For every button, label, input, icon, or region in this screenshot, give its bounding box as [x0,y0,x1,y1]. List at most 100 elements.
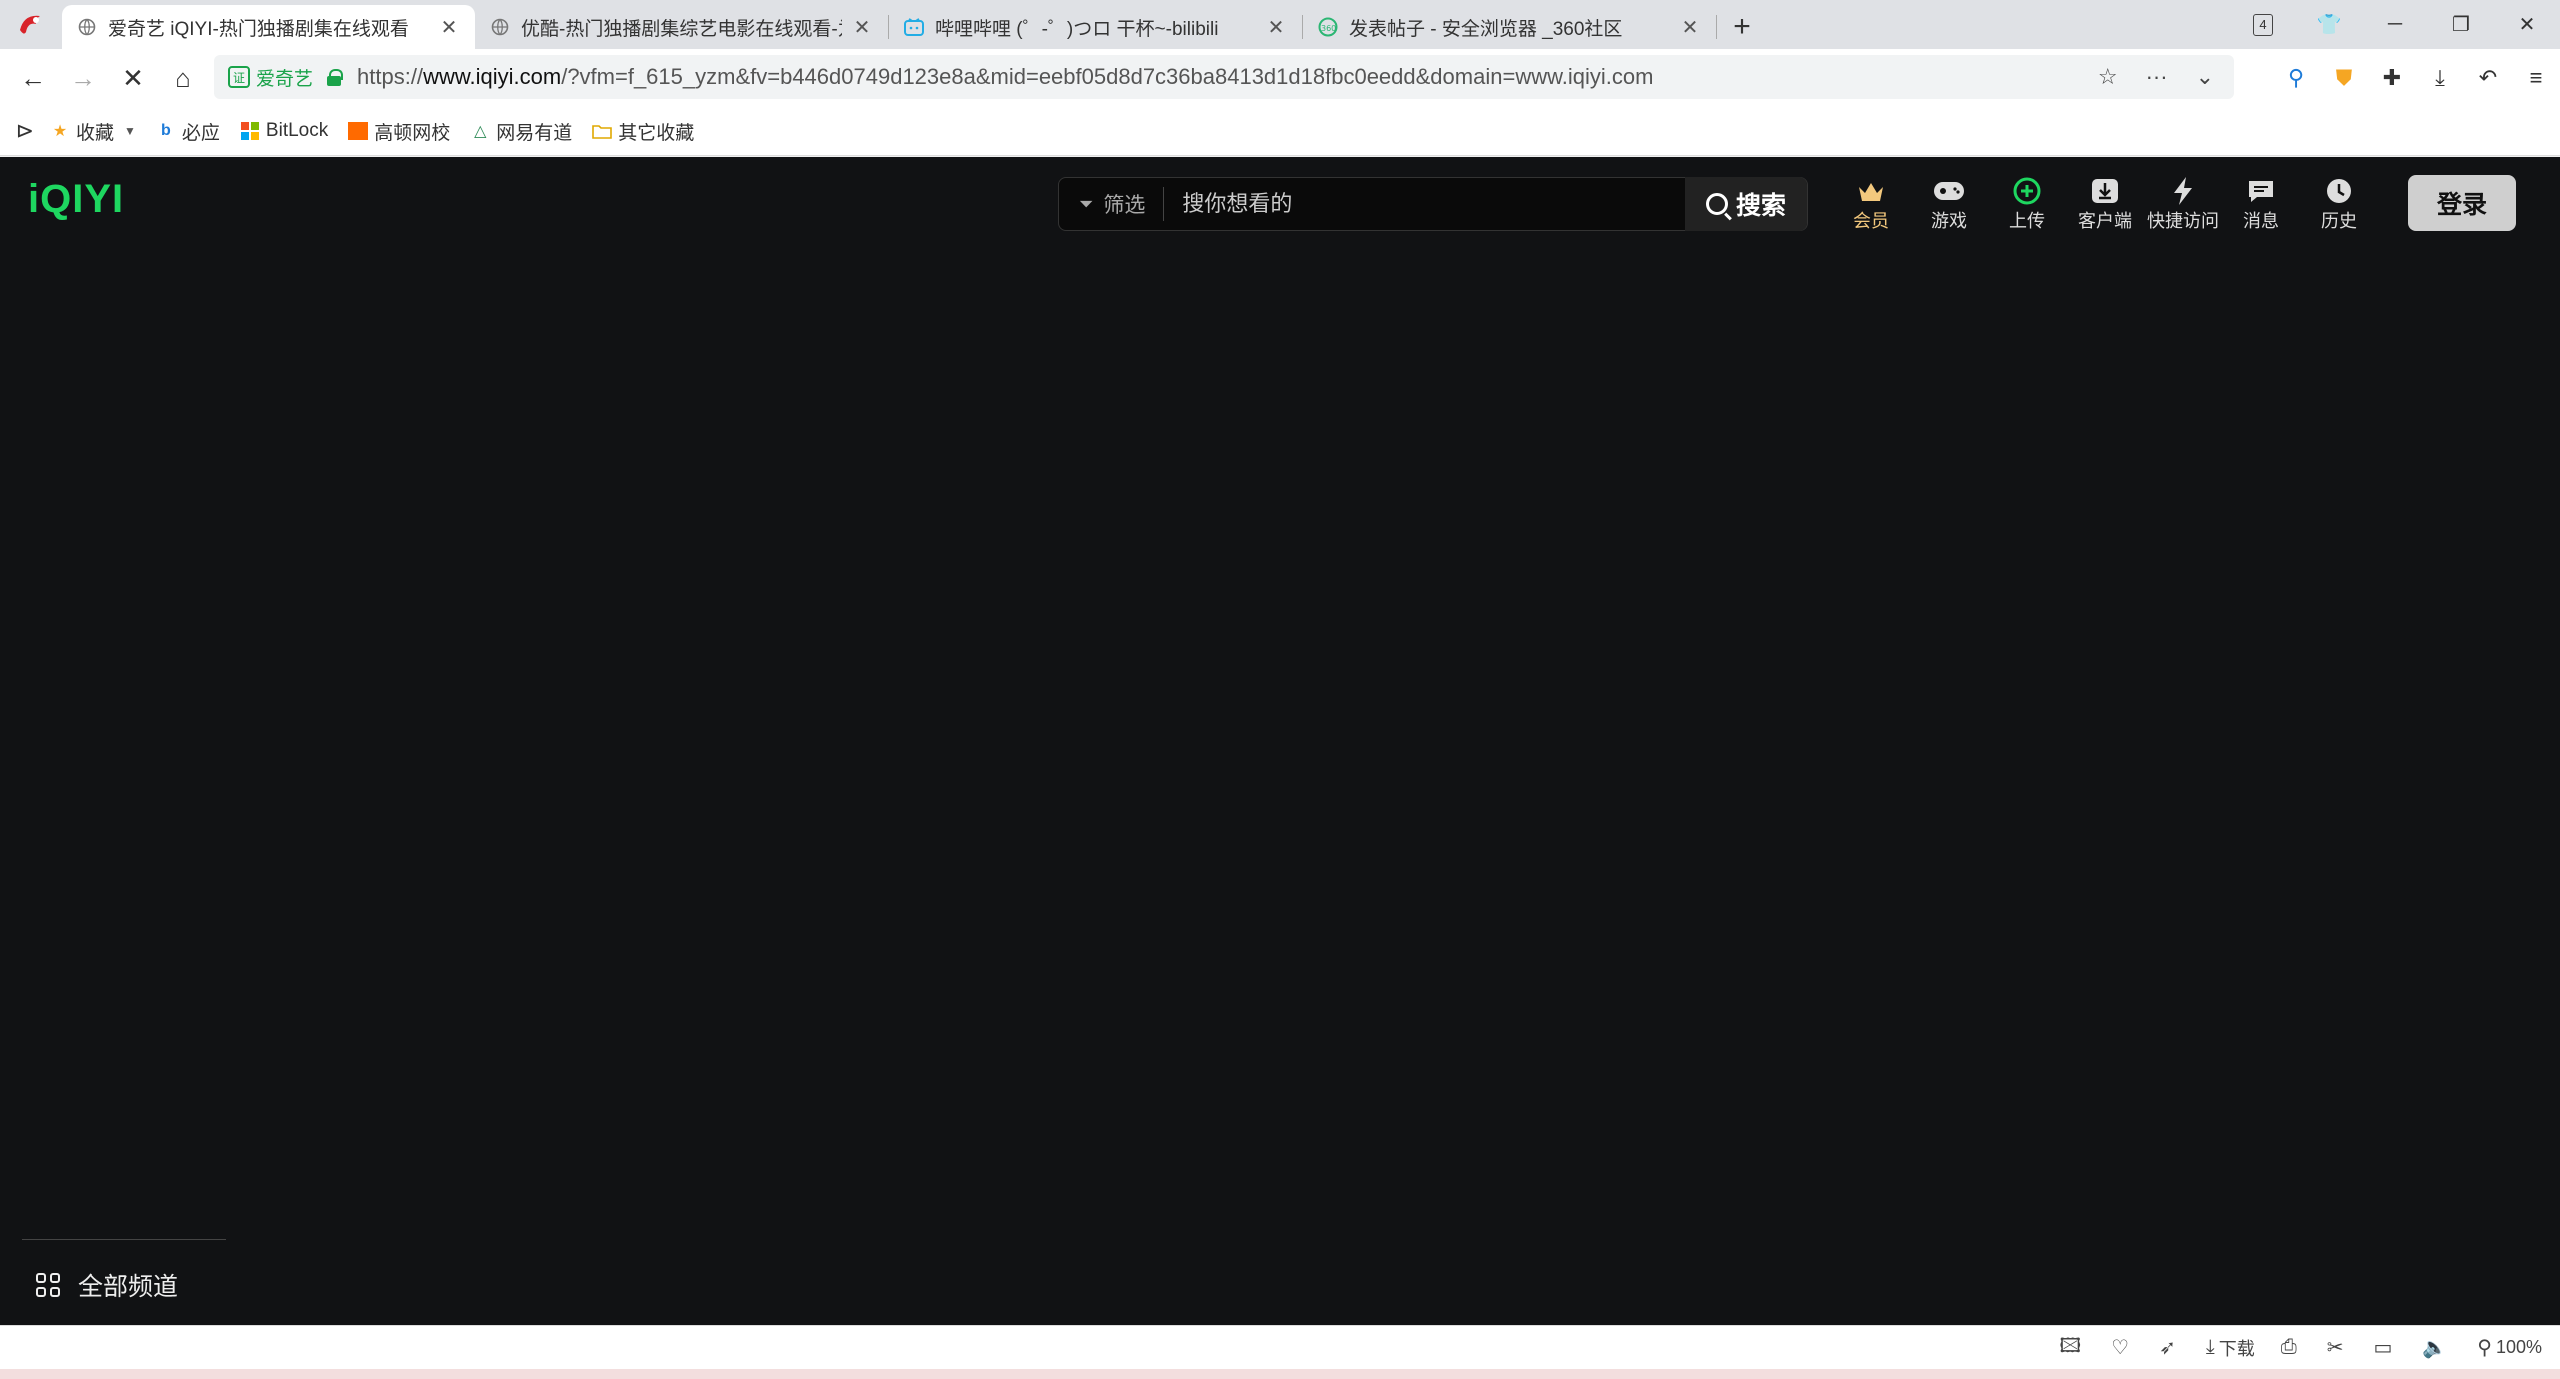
image-icon[interactable]: 🖾 [2059,1331,2085,1365]
browser-logo-icon[interactable] [0,0,62,49]
caret-down-icon[interactable]: ▼ [124,124,136,138]
printer-icon[interactable]: ⎙ [2281,1336,2301,1359]
star-icon: ★ [52,123,68,140]
bookmark-bing[interactable]: b 必应 [156,118,220,145]
url-text[interactable]: https://www.iqiyi.com/?vfm=f_615_yzm&fv=… [357,64,1653,90]
grid-icon [36,1273,60,1297]
download-status-button[interactable]: ⤓ 下载 [2206,1335,2255,1361]
tab-count: 4 [2253,13,2273,36]
bookmark-label: BitLock [265,120,329,141]
rocket-icon[interactable]: ➶ [2159,1335,2180,1360]
search-icon[interactable]: ⚲ [2272,54,2320,102]
status-bar: 🖾 ♡ ➶ ⤓ 下载 ⎙ ✂ ▭ 🔈 ⚲ 100% [0,1325,2560,1369]
iqiyi-logo[interactable]: iQIYI [28,177,124,222]
upload-label: 上传 [2009,211,2045,231]
close-icon[interactable]: ✕ [437,15,461,39]
iqiyi-page: iQIYI ⏷ 筛选 搜索 会员 游戏 上传 客户端 快捷访问 消息 [0,157,2560,1325]
undo-icon[interactable]: ↶ [2464,54,2512,102]
client-label: 客户端 [2078,211,2132,231]
tab-360-community[interactable]: 360 发表帖子 - 安全浏览器 _360社区 ✕ [1303,5,1716,49]
globe-icon [489,16,511,38]
search-input[interactable] [1164,191,1685,217]
zoom-icon: ⚲ [2477,1337,2492,1359]
zoom-level: 100% [2495,1337,2542,1357]
search-icon [1705,193,1728,215]
url-rest: /?vfm=f_615_yzm&fv=b446d0749d123e8a&mid=… [561,64,1654,89]
messages-button[interactable]: 消息 [2222,175,2300,233]
back-button[interactable]: ← [8,53,58,103]
games-label: 游戏 [1931,211,1967,231]
shirt-icon[interactable]: 👕 [2296,0,2362,49]
bookmark-star-icon[interactable]: ☆ [2098,64,2118,90]
vip-button[interactable]: 会员 [1832,175,1910,233]
svg-text:360: 360 [1321,24,1336,33]
sidebar-divider [22,1239,226,1240]
more-icon[interactable]: ··· [2146,64,2168,90]
windows-icon [240,121,260,141]
folder-icon [592,121,613,141]
download-arrow-icon: ⤓ [2205,1336,2215,1358]
bookmark-favorites[interactable]: ★ 收藏 ▼ [50,118,136,145]
menu-icon[interactable]: ≡ [2512,54,2560,102]
close-icon[interactable]: ✕ [1678,15,1702,39]
address-bar[interactable]: 证爱奇艺 https://www.iqiyi.com/?vfm=f_615_yz… [214,55,2234,99]
lock-icon[interactable] [327,69,344,86]
bookmark-other[interactable]: 其它收藏 [592,118,694,145]
search-button-label: 搜索 [1735,192,1786,220]
gaodun-icon [348,121,369,141]
upload-button[interactable]: 上传 [1988,175,2066,233]
quick-access-label: 快捷访问 [2147,211,2219,231]
quick-access-button[interactable]: 快捷访问 [2144,175,2222,233]
messages-label: 消息 [2243,211,2279,231]
all-channels-button[interactable]: 全部频道 [36,1267,178,1303]
close-icon[interactable]: ✕ [850,15,874,39]
crown-icon [1856,175,1886,207]
url-prefix: https:// [357,64,424,89]
zoom-control[interactable]: ⚲ 100% [2477,1335,2542,1360]
close-window-button[interactable]: ✕ [2494,0,2560,49]
health-icon[interactable]: ♡ [2111,1335,2133,1360]
forward-button[interactable]: → [58,53,108,103]
toolbar-right: ⚲ ⛊ ✚ ⤓ ↶ ≡ [2272,49,2560,107]
home-button[interactable]: ⌂ [158,53,208,103]
address-bar-actions: ☆ ··· ⌄ [2098,64,2214,90]
window-icon[interactable]: ▭ [2373,1335,2396,1360]
bookmark-gaodun[interactable]: 高顿网校 [348,118,450,145]
bing-icon: b [161,122,171,139]
top-nav-icons: 会员 游戏 上传 客户端 快捷访问 消息 历史 [1832,175,2378,233]
all-channels-label: 全部频道 [78,1273,179,1301]
restore-button[interactable]: ❐ [2428,0,2494,49]
tab-title: 发表帖子 - 安全浏览器 _360社区 [1349,18,1623,40]
bookmark-label: 必应 [181,122,220,144]
client-button[interactable]: 客户端 [2066,175,2144,233]
search-button[interactable]: 搜索 [1685,177,1807,231]
extensions-icon[interactable]: ✚ [2368,54,2416,102]
message-icon [2247,175,2275,207]
new-tab-button[interactable]: + [1717,5,1767,49]
tab-bilibili[interactable]: 哔哩哔哩 (゜-゜)つロ 干杯~-bilibili ✕ [889,5,1302,49]
close-icon[interactable]: ✕ [1264,15,1288,39]
tab-iqiyi[interactable]: 爱奇艺 iQIYI-热门独播剧集在线观看 ✕ [62,5,475,49]
games-button[interactable]: 游戏 [1910,175,1988,233]
download-icon[interactable]: ⤓ [2416,54,2464,102]
site-badge: 证爱奇艺 [228,64,313,91]
youdao-icon: △ [474,123,487,140]
shield-icon[interactable]: ⛊ [2320,54,2368,102]
filter-button[interactable]: ⏷ 筛选 [1059,187,1165,221]
stop-loading-button[interactable]: ✕ [108,53,158,103]
tab-count-button[interactable]: 4 [2230,0,2296,49]
sidebar-toggle-icon[interactable]: ⊳ [0,118,50,144]
speaker-icon[interactable]: 🔈 [2422,1335,2451,1360]
minimize-button[interactable]: ─ [2362,0,2428,49]
download-label: 下载 [2218,1338,2255,1359]
bookmark-youdao[interactable]: △ 网易有道 [470,118,572,145]
globe-icon [76,16,98,38]
bookmark-bitlock[interactable]: BitLock [240,120,328,142]
bookmark-label: 高顿网校 [374,122,451,144]
login-button[interactable]: 登录 [2408,175,2516,231]
tab-youku[interactable]: 优酷-热门独播剧集综艺电影在线观看-为你 ✕ [475,5,888,49]
screenshot-icon[interactable]: ✂ [2327,1335,2348,1360]
window-controls: 4 👕 ─ ❐ ✕ [2230,0,2560,49]
history-button[interactable]: 历史 [2300,175,2378,233]
chevron-down-icon[interactable]: ⌄ [2196,64,2214,90]
